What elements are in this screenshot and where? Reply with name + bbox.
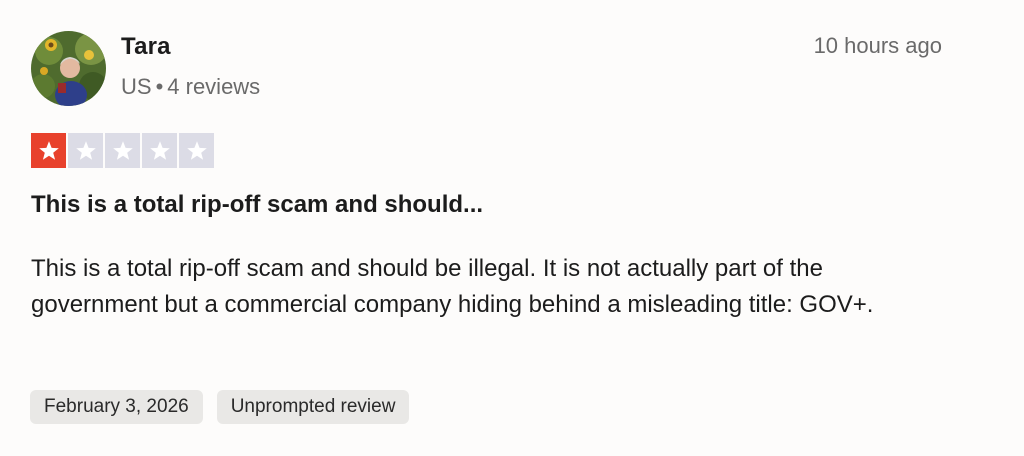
reviewer-country: US: [121, 74, 152, 99]
reviewer-meta: US • 4 reviews: [121, 74, 260, 100]
review-tags: February 3, 2026 Unprompted review: [30, 390, 410, 424]
star-icon: [186, 140, 207, 160]
star-3-empty: [105, 133, 140, 168]
avatar[interactable]: [31, 31, 106, 106]
review-card: Tara US • 4 reviews 10 hours ago This is a…: [0, 0, 1024, 456]
star-5-empty: [179, 133, 214, 168]
star-icon: [38, 140, 59, 160]
star-icon: [75, 140, 96, 160]
unprompted-review-tag[interactable]: Unprompted review: [216, 390, 410, 424]
star-icon: [149, 140, 170, 160]
star-4-empty: [142, 133, 177, 168]
reviewer-review-count[interactable]: 4 reviews: [167, 74, 260, 99]
meta-separator: •: [155, 74, 164, 99]
star-2-empty: [68, 133, 103, 168]
review-timestamp: 10 hours ago: [813, 33, 942, 58]
avatar-image: [31, 31, 106, 106]
star-rating: [31, 133, 214, 168]
date-tag: February 3, 2026: [30, 390, 203, 424]
review-body: This is a total rip-off scam and should …: [31, 255, 874, 318]
reviewer-name[interactable]: Tara: [121, 33, 171, 61]
review-title[interactable]: This is a total rip-off scam and should.…: [31, 191, 483, 219]
star-icon: [112, 140, 133, 160]
star-1-filled: [31, 133, 66, 168]
